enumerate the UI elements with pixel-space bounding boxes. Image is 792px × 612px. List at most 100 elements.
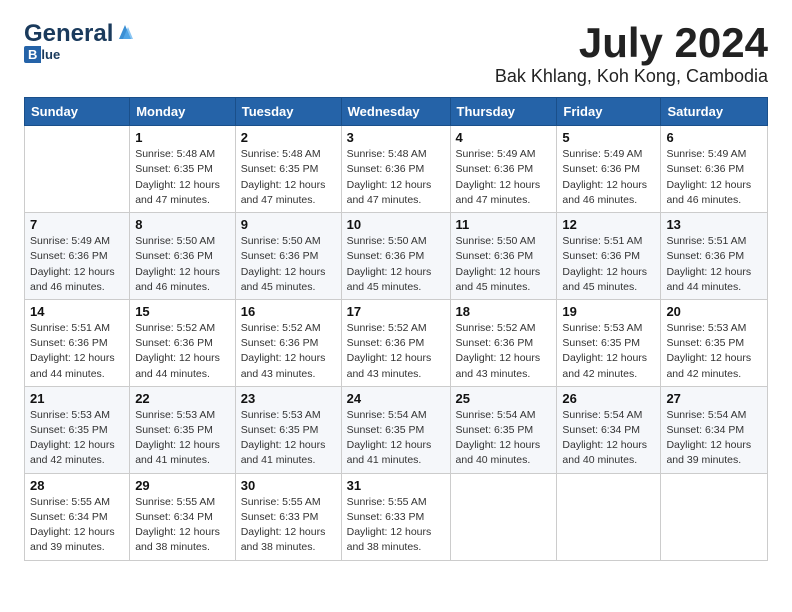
table-cell: 6 Sunrise: 5:49 AM Sunset: 6:36 PM Daylig… <box>661 126 768 213</box>
day-info: Sunrise: 5:52 AM Sunset: 6:36 PM Dayligh… <box>456 321 552 382</box>
day-info: Sunrise: 5:49 AM Sunset: 6:36 PM Dayligh… <box>30 234 124 295</box>
table-cell: 27 Sunrise: 5:54 AM Sunset: 6:34 PM Dayli… <box>661 386 768 473</box>
day-info: Sunrise: 5:48 AM Sunset: 6:35 PM Dayligh… <box>241 147 336 208</box>
day-number: 6 <box>666 130 762 145</box>
table-cell: 12 Sunrise: 5:51 AM Sunset: 6:36 PM Dayli… <box>557 213 661 300</box>
day-number: 9 <box>241 217 336 232</box>
header-sunday: Sunday <box>25 98 130 126</box>
header: General B lue July 2024 Bak Khlang, Koh … <box>24 20 768 87</box>
day-info: Sunrise: 5:55 AM Sunset: 6:33 PM Dayligh… <box>241 495 336 556</box>
day-number: 23 <box>241 391 336 406</box>
logo-blue-rest: lue <box>41 47 60 62</box>
day-number: 22 <box>135 391 230 406</box>
table-cell: 7 Sunrise: 5:49 AM Sunset: 6:36 PM Daylig… <box>25 213 130 300</box>
month-year-title: July 2024 <box>495 20 768 66</box>
day-number: 24 <box>347 391 445 406</box>
day-number: 8 <box>135 217 230 232</box>
table-cell: 15Sunrise: 5:52 AM Sunset: 6:36 PM Dayli… <box>130 299 236 386</box>
day-number: 21 <box>30 391 124 406</box>
table-cell: 18 Sunrise: 5:52 AM Sunset: 6:36 PM Dayli… <box>450 299 557 386</box>
day-number: 3 <box>347 130 445 145</box>
table-cell: 9 Sunrise: 5:50 AM Sunset: 6:36 PM Daylig… <box>235 213 341 300</box>
day-info: Sunrise: 5:53 AM Sunset: 6:35 PM Dayligh… <box>562 321 655 382</box>
day-number: 15 <box>135 304 230 319</box>
header-friday: Friday <box>557 98 661 126</box>
table-cell: 21 Sunrise: 5:53 AM Sunset: 6:35 PM Dayli… <box>25 386 130 473</box>
day-number: 20 <box>666 304 762 319</box>
day-info: Sunrise: 5:53 AM Sunset: 6:35 PM Dayligh… <box>30 408 124 469</box>
header-thursday: Thursday <box>450 98 557 126</box>
week-row-1: 1 Sunrise: 5:48 AM Sunset: 6:35 PM Daylig… <box>25 126 768 213</box>
day-info: Sunrise: 5:54 AM Sunset: 6:34 PM Dayligh… <box>666 408 762 469</box>
day-number: 31 <box>347 478 445 493</box>
table-cell: 26Sunrise: 5:54 AM Sunset: 6:34 PM Dayli… <box>557 386 661 473</box>
table-cell: 22 Sunrise: 5:53 AM Sunset: 6:35 PM Dayli… <box>130 386 236 473</box>
day-info: Sunrise: 5:53 AM Sunset: 6:35 PM Dayligh… <box>135 408 230 469</box>
table-cell: 29 Sunrise: 5:55 AM Sunset: 6:34 PM Dayli… <box>130 473 236 560</box>
day-number: 13 <box>666 217 762 232</box>
header-wednesday: Wednesday <box>341 98 450 126</box>
table-cell: 2 Sunrise: 5:48 AM Sunset: 6:35 PM Daylig… <box>235 126 341 213</box>
header-monday: Monday <box>130 98 236 126</box>
day-info: Sunrise: 5:53 AM Sunset: 6:35 PM Dayligh… <box>241 408 336 469</box>
location-subtitle: Bak Khlang, Koh Kong, Cambodia <box>495 66 768 87</box>
logo: General B lue <box>24 20 134 63</box>
day-info: Sunrise: 5:55 AM Sunset: 6:34 PM Dayligh… <box>135 495 230 556</box>
day-number: 29 <box>135 478 230 493</box>
day-number: 18 <box>456 304 552 319</box>
table-cell <box>557 473 661 560</box>
table-cell: 14 Sunrise: 5:51 AM Sunset: 6:36 PM Dayli… <box>25 299 130 386</box>
day-number: 11 <box>456 217 552 232</box>
calendar-header-row: Sunday Monday Tuesday Wednesday Thursday… <box>25 98 768 126</box>
day-number: 10 <box>347 217 445 232</box>
day-info: Sunrise: 5:48 AM Sunset: 6:35 PM Dayligh… <box>135 147 230 208</box>
day-info: Sunrise: 5:54 AM Sunset: 6:34 PM Dayligh… <box>562 408 655 469</box>
table-cell: 4Sunrise: 5:49 AM Sunset: 6:36 PM Daylig… <box>450 126 557 213</box>
day-number: 1 <box>135 130 230 145</box>
day-info: Sunrise: 5:50 AM Sunset: 6:36 PM Dayligh… <box>347 234 445 295</box>
week-row-4: 21 Sunrise: 5:53 AM Sunset: 6:35 PM Dayli… <box>25 386 768 473</box>
day-number: 30 <box>241 478 336 493</box>
table-cell: 16 Sunrise: 5:52 AM Sunset: 6:36 PM Dayli… <box>235 299 341 386</box>
title-area: July 2024 Bak Khlang, Koh Kong, Cambodia <box>495 20 768 87</box>
week-row-3: 14 Sunrise: 5:51 AM Sunset: 6:36 PM Dayli… <box>25 299 768 386</box>
table-cell <box>661 473 768 560</box>
day-info: Sunrise: 5:51 AM Sunset: 6:36 PM Dayligh… <box>562 234 655 295</box>
day-number: 28 <box>30 478 124 493</box>
day-number: 12 <box>562 217 655 232</box>
table-cell: 17 Sunrise: 5:52 AM Sunset: 6:36 PM Dayli… <box>341 299 450 386</box>
day-number: 14 <box>30 304 124 319</box>
day-info: Sunrise: 5:49 AM Sunset: 6:36 PM Dayligh… <box>666 147 762 208</box>
day-number: 4 <box>456 130 552 145</box>
day-info: Sunrise: 5:51 AM Sunset: 6:36 PM Dayligh… <box>30 321 124 382</box>
day-info: Sunrise: 5:50 AM Sunset: 6:36 PM Dayligh… <box>456 234 552 295</box>
table-cell: 1 Sunrise: 5:48 AM Sunset: 6:35 PM Daylig… <box>130 126 236 213</box>
table-cell: 28 Sunrise: 5:55 AM Sunset: 6:34 PM Dayli… <box>25 473 130 560</box>
day-number: 7 <box>30 217 124 232</box>
table-cell: 31 Sunrise: 5:55 AM Sunset: 6:33 PM Dayli… <box>341 473 450 560</box>
table-cell: 8 Sunrise: 5:50 AM Sunset: 6:36 PM Daylig… <box>130 213 236 300</box>
page-container: General B lue July 2024 Bak Khlang, Koh … <box>24 20 768 561</box>
day-info: Sunrise: 5:48 AM Sunset: 6:36 PM Dayligh… <box>347 147 445 208</box>
day-info: Sunrise: 5:52 AM Sunset: 6:36 PM Dayligh… <box>347 321 445 382</box>
day-info: Sunrise: 5:55 AM Sunset: 6:34 PM Dayligh… <box>30 495 124 556</box>
day-info: Sunrise: 5:53 AM Sunset: 6:35 PM Dayligh… <box>666 321 762 382</box>
day-number: 16 <box>241 304 336 319</box>
header-saturday: Saturday <box>661 98 768 126</box>
day-info: Sunrise: 5:51 AM Sunset: 6:36 PM Dayligh… <box>666 234 762 295</box>
table-cell: 23 Sunrise: 5:53 AM Sunset: 6:35 PM Dayli… <box>235 386 341 473</box>
day-info: Sunrise: 5:50 AM Sunset: 6:36 PM Dayligh… <box>241 234 336 295</box>
table-cell: 11 Sunrise: 5:50 AM Sunset: 6:36 PM Dayli… <box>450 213 557 300</box>
day-info: Sunrise: 5:54 AM Sunset: 6:35 PM Dayligh… <box>456 408 552 469</box>
day-number: 5 <box>562 130 655 145</box>
table-cell <box>25 126 130 213</box>
table-cell: 25 Sunrise: 5:54 AM Sunset: 6:35 PM Dayli… <box>450 386 557 473</box>
table-cell: 5Sunrise: 5:49 AM Sunset: 6:36 PM Daylig… <box>557 126 661 213</box>
day-info: Sunrise: 5:52 AM Sunset: 6:36 PM Dayligh… <box>241 321 336 382</box>
day-number: 27 <box>666 391 762 406</box>
day-number: 25 <box>456 391 552 406</box>
day-info: Sunrise: 5:50 AM Sunset: 6:36 PM Dayligh… <box>135 234 230 295</box>
day-number: 17 <box>347 304 445 319</box>
day-number: 2 <box>241 130 336 145</box>
day-info: Sunrise: 5:55 AM Sunset: 6:33 PM Dayligh… <box>347 495 445 556</box>
